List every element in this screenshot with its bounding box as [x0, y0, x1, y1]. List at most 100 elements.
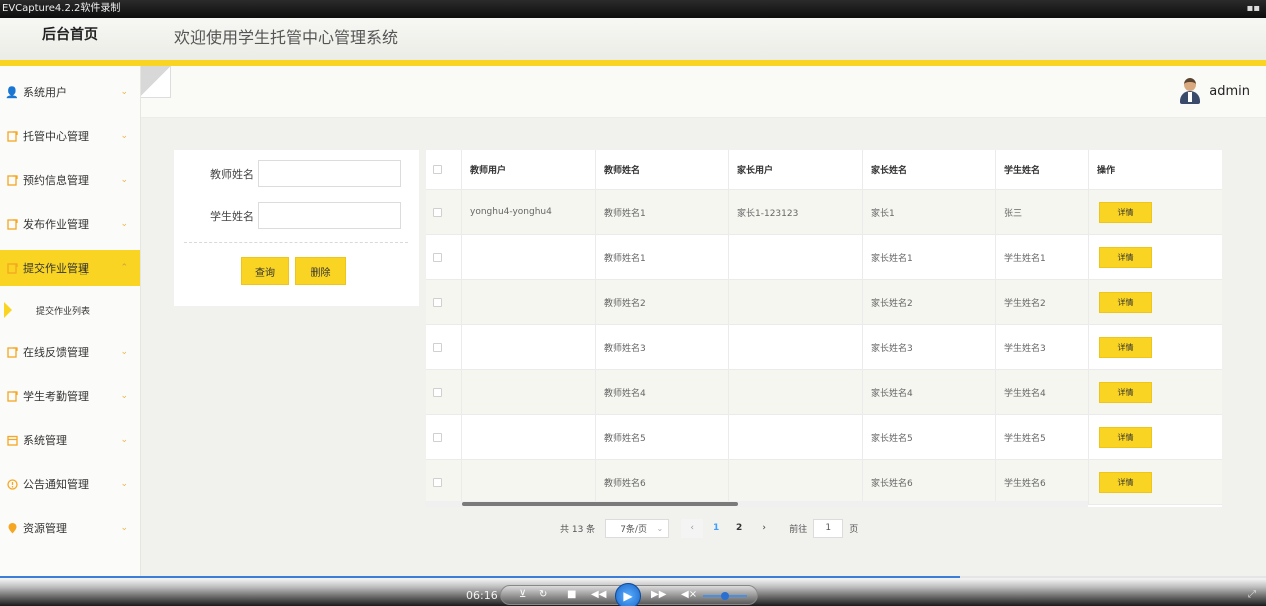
student-name-input[interactable] [258, 202, 401, 229]
table-row: 教师姓名3 家长姓名3 学生姓名3 详情 [426, 325, 1222, 370]
row-checkbox[interactable] [433, 252, 442, 262]
note-icon [6, 262, 18, 274]
sidebar-item-system-mgmt[interactable]: 系统管理 ⌄ [0, 422, 140, 458]
row-checkbox[interactable] [433, 432, 442, 442]
note-icon [6, 390, 18, 402]
table-cell: 家长姓名5 [863, 415, 996, 459]
fast-forward-icon[interactable]: ▶▶ [651, 589, 666, 600]
table-cell: 家长姓名1 [863, 235, 996, 279]
query-button[interactable]: 查询 [241, 257, 289, 285]
sidebar-item-resource-mgmt[interactable]: 资源管理 ⌄ [0, 510, 140, 546]
mouse-cursor-icon: ☝ [79, 263, 88, 279]
table-cell: 家长1-123123 [729, 190, 863, 234]
action-cell: 详情 [1089, 415, 1222, 459]
sidebar-item-submit-homework[interactable]: 提交作业管理 ⌃ [0, 250, 140, 286]
detail-button[interactable]: 详情 [1099, 201, 1152, 223]
row-checkbox[interactable] [433, 477, 442, 487]
next-page-button[interactable]: › [753, 519, 775, 538]
sidebar-item-booking-mgmt[interactable]: 预约信息管理 ⌄ [0, 162, 140, 198]
student-name-row: 学生姓名 [174, 202, 419, 230]
sidebar-item-publish-homework[interactable]: 发布作业管理 ⌄ [0, 206, 140, 242]
play-icon[interactable]: ▶ [615, 583, 641, 606]
user-icon: 👤 [5, 85, 19, 99]
table-cell: 家长姓名4 [863, 370, 996, 414]
row-checkbox[interactable] [433, 207, 442, 217]
recording-time: 06:16 [466, 589, 498, 602]
column-header: 教师姓名 [596, 150, 729, 189]
shortcut-icon[interactable]: ⊻ [519, 589, 526, 600]
mute-icon[interactable]: ◀× [681, 589, 697, 600]
recording-progress-bar[interactable] [0, 576, 1266, 578]
column-header: 操作 [1097, 166, 1116, 176]
goto-page-input[interactable]: 1 [813, 518, 844, 538]
sidebar-item-feedback-mgmt[interactable]: 在线反馈管理 ⌄ [0, 334, 140, 370]
sidebar-subitem-submit-list[interactable]: 提交作业列表 [0, 294, 140, 326]
sidebar-item-system-users[interactable]: 👤 系统用户 ⌄ [0, 74, 140, 110]
sidebar-item-notice-mgmt[interactable]: 公告通知管理 ⌄ [0, 466, 140, 502]
rewind-icon[interactable]: ◀◀ [591, 589, 606, 600]
select-all-checkbox[interactable] [433, 165, 442, 174]
column-header: 学生姓名 [996, 150, 1089, 189]
row-checkbox[interactable] [433, 297, 442, 307]
note-icon [6, 346, 18, 358]
table-row: 教师姓名4 家长姓名4 学生姓名4 详情 [426, 370, 1222, 415]
page-number[interactable]: 2 [729, 519, 749, 538]
submissions-table: 教师用户 教师姓名 家长用户 家长姓名 学生姓名 操作 yonghu4-yong… [426, 150, 1222, 507]
stop-icon[interactable]: ■ [567, 589, 576, 600]
volume-knob[interactable] [721, 592, 729, 600]
table-cell: 教师姓名5 [596, 415, 729, 459]
sidebar-item-label: 系统管理 [23, 434, 67, 447]
detail-button[interactable]: 详情 [1099, 426, 1152, 448]
table-cell [729, 235, 863, 279]
table-cell [729, 460, 863, 504]
table-cell: 家长姓名2 [863, 280, 996, 324]
collapse-sidebar-icon[interactable] [141, 66, 171, 98]
row-select-cell [426, 190, 462, 234]
chevron-down-icon: ⌄ [120, 523, 128, 533]
note-icon [6, 174, 18, 186]
teacher-name-input[interactable] [258, 160, 401, 187]
table-horizontal-scrollbar[interactable] [426, 501, 1088, 507]
delete-button[interactable]: 删除 [295, 257, 346, 285]
prev-page-button[interactable]: ‹ [681, 518, 704, 538]
sidebar-item-label: 系统用户 [23, 86, 67, 99]
goto-suffix: 页 [849, 524, 859, 535]
table-cell [729, 370, 863, 414]
table-cell: 教师姓名1 [596, 190, 729, 234]
page-size-value: 7条/页 [620, 524, 647, 535]
row-checkbox[interactable] [433, 387, 442, 397]
page-size-select[interactable]: 7条/页 ⌄ [605, 518, 670, 538]
sidebar-item-label: 发布作业管理 [23, 218, 89, 231]
table-cell: 教师姓名2 [596, 280, 729, 324]
detail-button[interactable]: 详情 [1099, 471, 1152, 493]
table-cell [462, 235, 596, 279]
row-checkbox[interactable] [433, 342, 442, 352]
sidebar-item-label: 托管中心管理 [23, 130, 89, 143]
sidebar-item-center-mgmt[interactable]: 托管中心管理 ⌄ [0, 118, 140, 154]
home-link[interactable]: 后台首页 [0, 18, 140, 60]
row-select-cell [426, 460, 462, 504]
chevron-down-icon: ⌄ [120, 347, 128, 357]
detail-button[interactable]: 详情 [1099, 246, 1152, 268]
scrollbar-thumb[interactable] [462, 502, 738, 506]
page-number[interactable]: 1 [706, 519, 726, 538]
detail-button[interactable]: 详情 [1099, 381, 1152, 403]
avatar [1179, 78, 1201, 104]
detail-button[interactable]: 详情 [1099, 336, 1152, 358]
detail-button[interactable]: 详情 [1099, 291, 1152, 313]
sidebar-item-label: 学生考勤管理 [23, 390, 89, 403]
username: admin [1209, 83, 1250, 99]
teacher-name-label: 教师姓名 [210, 168, 254, 181]
table-cell: 学生姓名1 [996, 235, 1089, 279]
main-toolbar: admin [141, 66, 1266, 118]
table-row: 教师姓名5 家长姓名5 学生姓名5 详情 [426, 415, 1222, 460]
sidebar-item-attendance-mgmt[interactable]: 学生考勤管理 ⌄ [0, 378, 140, 414]
refresh-icon[interactable]: ↻ [539, 589, 547, 600]
recorder-title-bar: EVCapture4.2.2软件录制 ▪▪ [0, 0, 1266, 18]
expand-icon[interactable]: ⤢ [1248, 589, 1256, 600]
recorder-menu-icon[interactable]: ▪▪ [1246, 0, 1260, 18]
table-cell: 教师姓名1 [596, 235, 729, 279]
chevron-down-icon: ⌄ [120, 87, 128, 97]
user-menu[interactable]: admin [1179, 78, 1250, 104]
table-row: 教师姓名6 家长姓名6 学生姓名6 详情 [426, 460, 1222, 505]
